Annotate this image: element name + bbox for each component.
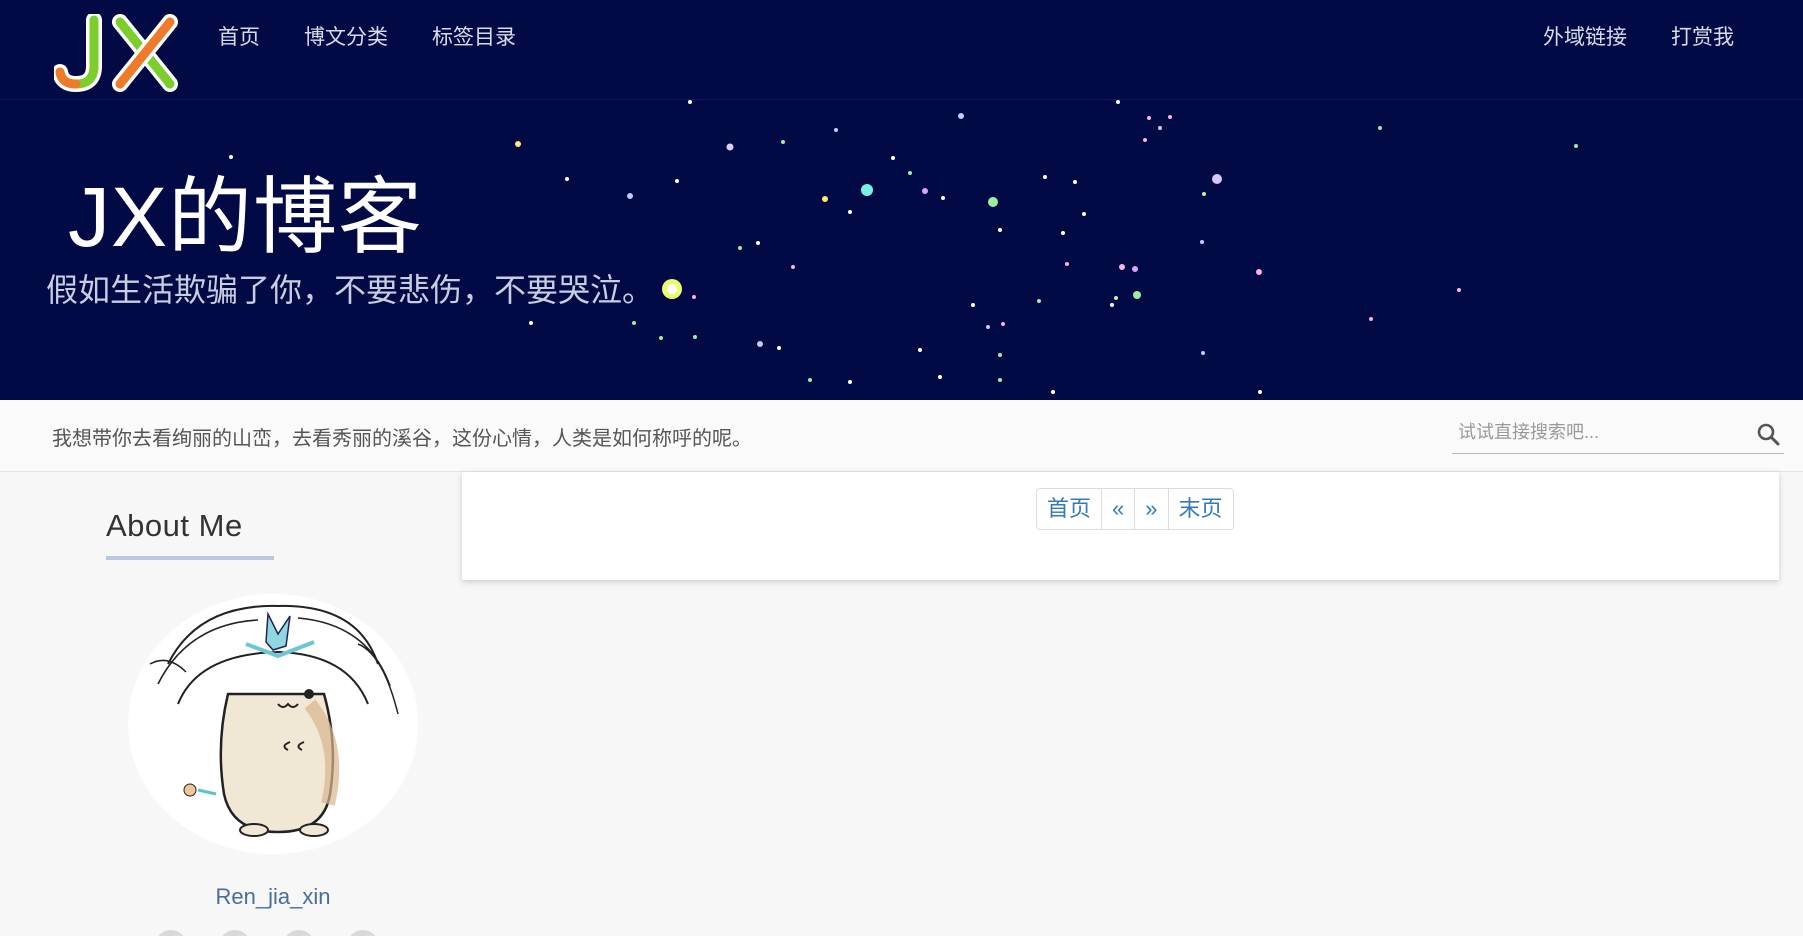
top-navbar: 首页 博文分类 标签目录 外域链接 打赏我 <box>0 0 1803 100</box>
notice-text: 我想带你去看绚丽的山峦，去看秀丽的溪谷，这份心情，人类是如何称呼的呢。 <box>52 428 752 450</box>
social-links <box>155 930 379 936</box>
hamster-avatar-illustration <box>149 604 399 837</box>
pagination-prev[interactable]: « <box>1102 489 1136 529</box>
pagination-next[interactable]: » <box>1135 489 1169 529</box>
pagination: 首页 « » 末页 <box>1036 488 1234 530</box>
social-icon[interactable] <box>347 930 379 936</box>
social-icon[interactable] <box>283 930 315 936</box>
nav-right: 外域链接 打赏我 <box>1499 0 1734 72</box>
sidebar: About Me Ren_jia_xin <box>0 472 460 936</box>
pagination-first[interactable]: 首页 <box>1037 489 1103 529</box>
blog-subtitle: 假如生活欺骗了你，不要悲伤，不要哭泣。 <box>46 272 655 308</box>
search-icon[interactable] <box>1756 422 1780 446</box>
author-name-link[interactable]: Ren_jia_xin <box>0 884 546 910</box>
search-input[interactable] <box>1458 418 1738 446</box>
pagination-last[interactable]: 末页 <box>1169 489 1233 529</box>
post-list-card: 首页 « » 末页 <box>462 472 1779 580</box>
nav-item-donate[interactable]: 打赏我 <box>1671 21 1734 51</box>
social-icon[interactable] <box>155 930 187 936</box>
nav-item-categories[interactable]: 博文分类 <box>304 21 388 51</box>
hero-banner: JX的博客 假如生活欺骗了你，不要悲伤，不要哭泣。 <box>0 100 1803 400</box>
blog-title: JX的博客 <box>68 170 424 264</box>
nav-item-external-links[interactable]: 外域链接 <box>1543 21 1627 51</box>
search-box <box>1452 412 1784 454</box>
nav-item-tags[interactable]: 标签目录 <box>432 21 516 51</box>
nav-item-home[interactable]: 首页 <box>218 21 260 51</box>
notice-bar: 我想带你去看绚丽的山峦，去看秀丽的溪谷，这份心情，人类是如何称呼的呢。 <box>0 400 1803 472</box>
site-logo[interactable] <box>54 14 182 92</box>
social-icon[interactable] <box>219 930 251 936</box>
avatar <box>128 594 418 854</box>
about-me-heading: About Me <box>106 508 243 543</box>
heading-underline <box>106 556 274 560</box>
nav-left: 首页 博文分类 标签目录 <box>218 0 560 72</box>
